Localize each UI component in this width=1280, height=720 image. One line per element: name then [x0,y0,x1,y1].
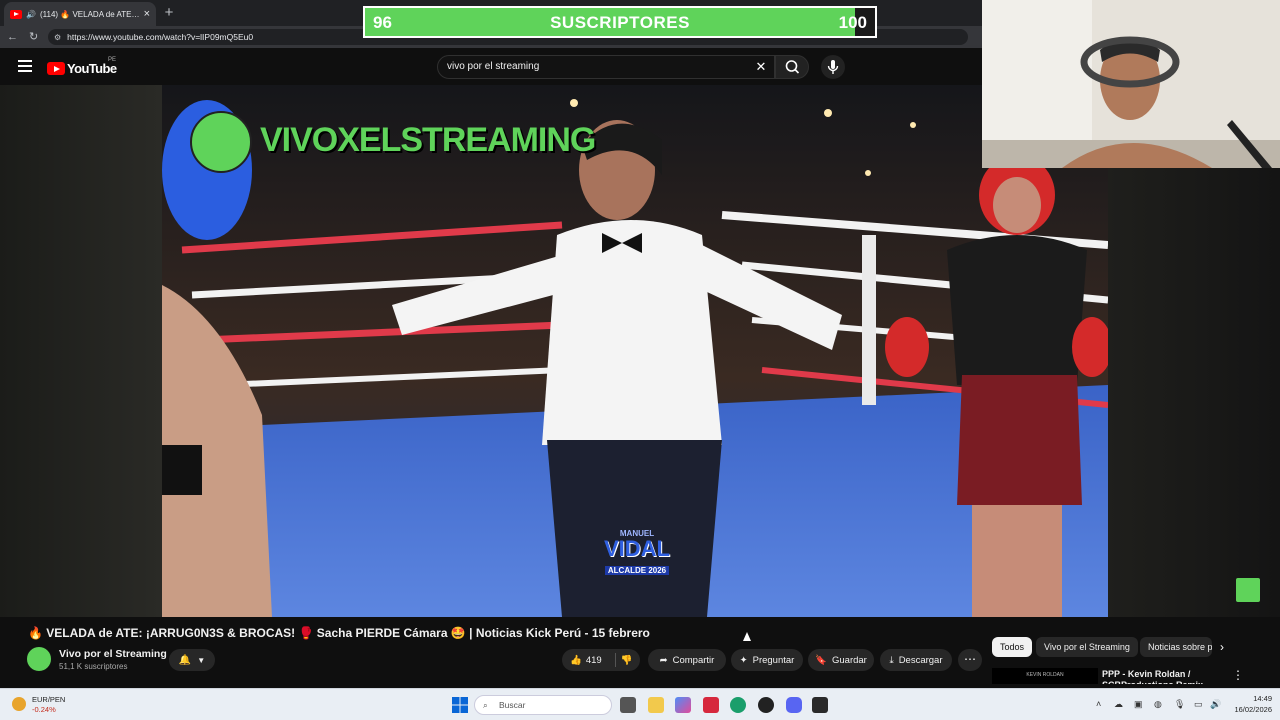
clock-time[interactable]: 14:49 [1238,694,1272,703]
download-icon: ⤓ [889,654,894,666]
windows-start-icon[interactable] [452,697,468,713]
discord-icon[interactable] [786,697,802,713]
player-side-right [1108,168,1280,617]
recommendation-thumbnail[interactable]: KEVIN ROLDAN [992,668,1098,684]
channel-watermark-logo [190,111,252,173]
sponsor-mark: MANUEL VIDAL ALCALDE 2026 [592,529,682,578]
youtube-logo[interactable]: YouTube [47,61,117,76]
tray-chevron-icon[interactable]: ˄ [1096,699,1101,709]
back-arrow-icon[interactable]: ← [7,26,18,48]
chrome-icon[interactable] [758,697,774,713]
ticker-change: -0.24% [32,705,56,714]
sponsor-line-3: ALCALDE 2026 [604,566,670,575]
stock-widget-icon[interactable] [12,697,26,711]
url-text: https://www.youtube.com/watch?v=lIP09mQ5… [67,32,254,42]
channel-watermark-text: VIVOXELSTREAMING [260,121,596,159]
taskbar [0,688,1280,720]
clear-search-icon[interactable]: ✕ [752,55,770,79]
sponsor-line-2: VIDAL [604,536,670,561]
chip-channel[interactable]: Vivo por el Streaming [1036,637,1138,657]
chevron-right-icon[interactable]: › [1220,637,1236,657]
save-label: Guardar [831,654,867,666]
dislike-button[interactable]: 👎 [621,655,633,666]
speaker-icon[interactable]: 🔊 [26,10,36,19]
mouse-cursor-icon [743,632,751,641]
download-label: Descargar [898,654,943,666]
search-button[interactable] [775,55,809,79]
thumbs-up-icon: 👍 [570,654,582,666]
like-divider [614,653,616,667]
app-w-icon[interactable] [703,697,719,713]
more-actions-button[interactable]: ⋯ [958,649,982,671]
like-count: 419 [585,654,602,666]
tray-mic-icon[interactable]: 🎙 [1174,699,1185,710]
subscriber-goal-bar: SUSCRIPTORES 96 100 [363,6,877,38]
youtube-logo-text: YouTube [67,61,117,76]
bell-icon: 🔔 [178,654,192,666]
player-side-left [0,85,162,617]
thumbs-down-icon: 👎 [620,654,633,666]
youtube-favicon-icon [10,9,22,19]
subscriber-goal-count: 100 [838,13,867,32]
subscriber-goal-label: SUSCRIPTORES [550,13,690,32]
browser-tab[interactable]: 🔊 (114) 🔥 VELADA de ATE: ¡ARRUG0N3S × [4,2,156,26]
search-input[interactable]: vivo por el streaming [437,55,775,79]
share-arrow-icon: ➦ [659,654,668,666]
tray-app-icon[interactable]: ▣ [1134,699,1143,710]
reload-icon[interactable]: ↻ [29,26,38,48]
file-explorer-icon[interactable] [648,697,664,713]
ask-button[interactable]: ✦ Preguntar [731,649,803,671]
recommendation-menu-icon[interactable]: ⋮ [1232,668,1244,682]
channel-subscriber-count: 51,1 K suscriptores [59,662,128,671]
region-code: PE [108,57,117,63]
clock-date[interactable]: 16/02/2026 [1222,705,1272,714]
chip-news[interactable]: Noticias sobre p [1140,637,1212,657]
recommendation-title[interactable]: PPP - Kevin Roldan / SCBProductions Remi… [1102,669,1222,684]
like-dislike-group: 👍 419 👎 [562,649,640,671]
edge-icon[interactable] [730,697,746,713]
obs-icon[interactable] [812,697,828,713]
subscriber-current-count: 96 [373,13,392,32]
video-player[interactable]: VIVOXELSTREAMING MANUEL VIDAL ALCALDE 20… [162,85,1108,617]
copilot-icon[interactable] [675,697,691,713]
webcam-overlay [982,0,1280,168]
ask-label: Preguntar [752,654,795,666]
like-button[interactable]: 👍 419 [570,655,602,666]
tab-close-icon[interactable]: × [144,8,150,20]
share-label: Compartir [672,654,715,666]
task-view-icon[interactable] [620,697,636,713]
menu-icon[interactable] [18,60,32,72]
site-info-icon[interactable]: ⚙ [54,33,61,42]
youtube-play-icon [47,62,65,75]
download-button[interactable]: ⤓ Descargar [880,649,952,671]
chip-all[interactable]: Todos [992,637,1033,657]
tray-cloud-icon[interactable]: ☁ [1114,699,1123,710]
taskbar-search-placeholder: Buscar [499,700,526,710]
recommendation-thumb-text: KEVIN ROLDAN [1026,672,1064,678]
new-tab-button[interactable]: + [160,4,178,22]
channel-name[interactable]: Vivo por el Streaming [59,648,167,660]
microphone-icon [827,60,839,74]
tray-network-icon[interactable]: ◍ [1154,699,1162,710]
save-button[interactable]: 🔖 Guardar [808,649,874,671]
tray-volume-icon[interactable]: 🔊 [1210,699,1221,710]
webcam-feed [982,0,1280,168]
taskbar-search[interactable]: ⌕ Buscar [474,695,612,715]
search-icon [785,60,800,74]
channel-branding-icon[interactable] [1236,578,1260,602]
tray-display-icon[interactable]: ▭ [1194,699,1203,710]
ticker-pair[interactable]: EUR/PEN [32,695,65,704]
sparkle-icon: ✦ [739,654,748,666]
channel-avatar[interactable] [26,646,52,672]
chevron-down-icon: ▼ [197,655,206,665]
share-button[interactable]: ➦ Compartir [648,649,726,671]
bookmark-icon: 🔖 [815,654,827,666]
voice-search-button[interactable] [821,55,845,79]
subscription-bell-button[interactable]: 🔔 ▼ [169,649,215,671]
taskbar-search-icon: ⌕ [483,700,488,710]
video-title: 🔥 VELADA de ATE: ¡ARRUG0N3S & BROCAS! 🥊 … [28,626,650,640]
tab-title: (114) 🔥 VELADA de ATE: ¡ARRUG0N3S [39,9,140,19]
